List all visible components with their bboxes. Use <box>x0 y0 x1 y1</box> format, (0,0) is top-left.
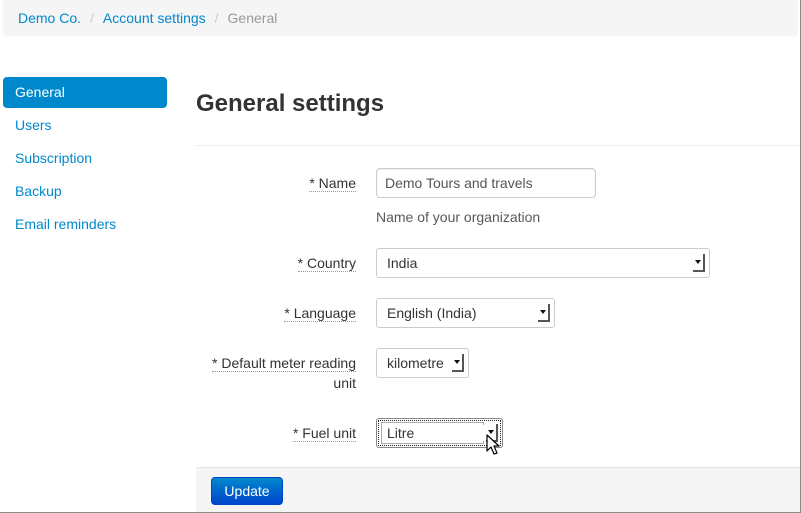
fuel-unit-label: * Fuel unit <box>292 425 356 442</box>
sidebar-item-backup[interactable]: Backup <box>3 176 167 207</box>
page-title: General settings <box>196 90 385 117</box>
form-actions: Update <box>196 467 800 512</box>
language-label: * Language <box>284 305 356 322</box>
fuel-unit-select-value: Litre <box>387 425 486 441</box>
sidebar-item-general[interactable]: General <box>3 77 167 108</box>
breadcrumb-account-settings[interactable]: Account settings <box>103 10 206 26</box>
name-input[interactable] <box>376 168 596 198</box>
sidebar-item-subscription[interactable]: Subscription <box>3 143 167 174</box>
language-select[interactable]: English (India) <box>376 298 555 328</box>
name-label: * Name <box>309 175 356 192</box>
meter-unit-select-value: kilometre <box>387 355 444 371</box>
update-button[interactable]: Update <box>211 477 283 505</box>
language-select-value: English (India) <box>387 305 477 321</box>
country-label: * Country <box>297 255 356 272</box>
chevron-down-icon <box>452 354 464 372</box>
meter-unit-select[interactable]: kilometre <box>376 348 469 378</box>
divider <box>196 145 800 146</box>
breadcrumb-separator: / <box>214 10 219 26</box>
name-help-text: Name of your organization <box>376 209 541 225</box>
meter-unit-label: * Default meter reading unit <box>212 355 356 391</box>
sidebar-item-users[interactable]: Users <box>3 110 167 141</box>
country-select[interactable]: India <box>376 248 710 278</box>
breadcrumb-separator: / <box>90 10 94 26</box>
chevron-down-icon <box>693 254 705 272</box>
breadcrumb: Demo Co. / Account settings / General <box>3 0 798 36</box>
chevron-down-icon <box>538 304 550 322</box>
breadcrumb-demo-co[interactable]: Demo Co. <box>18 10 81 26</box>
mouse-pointer-icon <box>486 434 500 455</box>
sidebar-item-email-reminders[interactable]: Email reminders <box>3 209 167 240</box>
sidebar-nav: General Users Subscription Backup Email … <box>3 77 167 242</box>
fuel-unit-select[interactable]: Litre <box>376 418 503 448</box>
country-select-value: India <box>387 255 418 271</box>
breadcrumb-current: General <box>227 10 278 26</box>
